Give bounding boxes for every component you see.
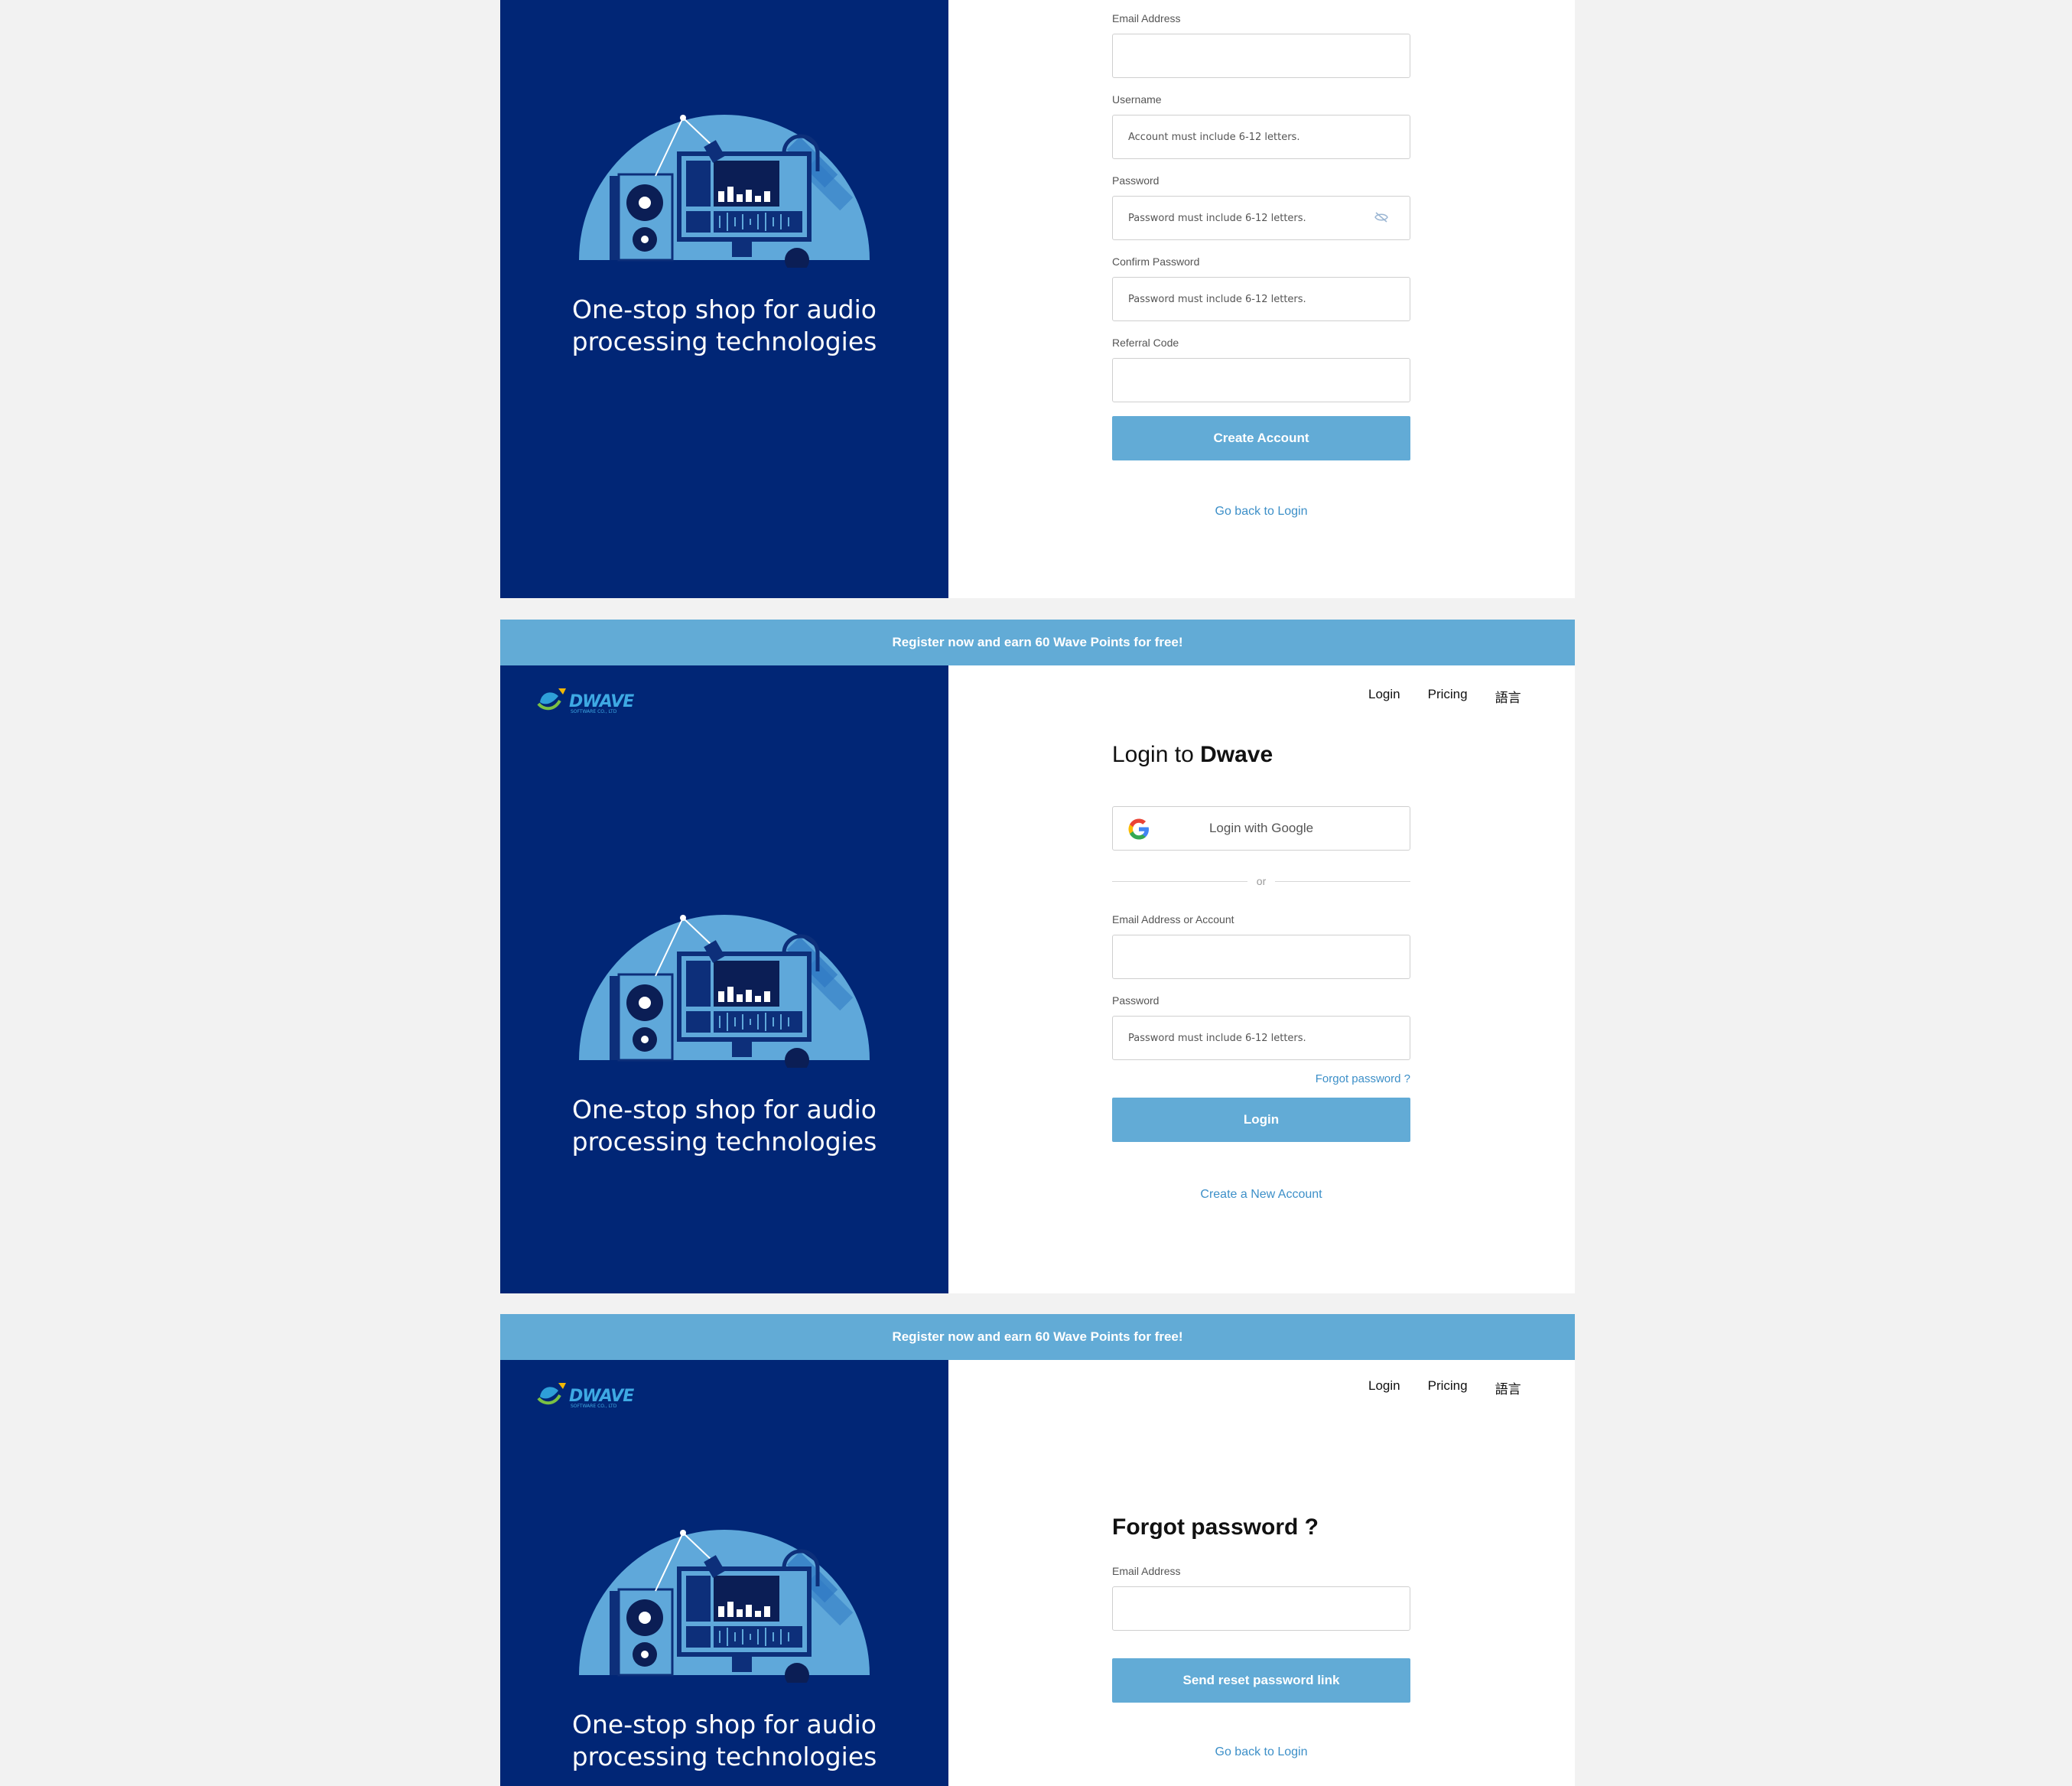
login-panel: Register now and earn 60 Wave Points for… — [500, 620, 1575, 1293]
hero-panel: One-stop shop for audio processing techn… — [500, 665, 948, 1293]
username-input[interactable]: Account must include 6-12 letters. — [1112, 115, 1410, 159]
title-prefix: Login to — [1112, 742, 1201, 767]
google-button-label: Login with Google — [1208, 821, 1314, 835]
divider-line-right — [1275, 880, 1411, 882]
email-input[interactable] — [1112, 34, 1410, 78]
hero-tagline: One-stop shop for audio processing techn… — [500, 1094, 948, 1158]
create-new-account-link[interactable]: Create a New Account — [1112, 1188, 1410, 1202]
page: One-stop shop for audio processing techn… — [0, 0, 2072, 1786]
confirm-password-input[interactable]: Password must include 6-12 letters. — [1112, 277, 1410, 321]
or-label: or — [1256, 875, 1267, 887]
promo-banner[interactable]: Register now and earn 60 Wave Points for… — [500, 620, 1575, 665]
page-title: Login to Dwave — [1112, 742, 1410, 768]
nav-login[interactable]: Login — [1368, 687, 1400, 706]
nav-language[interactable]: 語言 — [1495, 687, 1521, 706]
nav-login[interactable]: Login — [1368, 1378, 1400, 1397]
create-account-button[interactable]: Create Account — [1112, 416, 1410, 460]
forgot-password-form: Forgot password ? Email Address Send res… — [1112, 1514, 1410, 1759]
password-input[interactable]: Password must include 6-12 letters. — [1112, 1016, 1410, 1060]
hero-panel: One-stop shop for audio processing techn… — [500, 1360, 948, 1786]
password-placeholder: Password must include 6-12 letters. — [1128, 212, 1306, 224]
email-or-account-input[interactable] — [1112, 935, 1410, 979]
referral-code-label: Referral Code — [1112, 337, 1179, 349]
nav-pricing[interactable]: Pricing — [1428, 687, 1468, 706]
audio-studio-illustration — [575, 115, 873, 268]
referral-code-input[interactable] — [1112, 358, 1410, 402]
top-nav: Login Pricing 語言 — [1368, 1378, 1521, 1397]
dwave-logo[interactable] — [535, 684, 642, 714]
hero-tagline: One-stop shop for audio processing techn… — [500, 294, 948, 358]
password-input[interactable]: Password must include 6-12 letters. — [1112, 196, 1410, 240]
hero-panel: One-stop shop for audio processing techn… — [500, 0, 948, 598]
email-label: Email Address — [1112, 12, 1181, 24]
email-input[interactable] — [1112, 1586, 1410, 1631]
register-panel: One-stop shop for audio processing techn… — [500, 0, 1575, 598]
go-back-to-login-link[interactable]: Go back to Login — [1112, 1745, 1410, 1759]
forgot-password-link[interactable]: Forgot password ? — [1112, 1072, 1410, 1085]
nav-language[interactable]: 語言 — [1495, 1378, 1521, 1397]
login-with-google-button[interactable]: Login with Google — [1112, 806, 1410, 851]
google-icon — [1128, 818, 1149, 840]
send-reset-link-button[interactable]: Send reset password link — [1112, 1658, 1410, 1703]
forgot-password-panel: Register now and earn 60 Wave Points for… — [500, 1314, 1575, 1786]
hero-tagline: One-stop shop for audio processing techn… — [500, 1709, 948, 1773]
title-brand: Dwave — [1200, 742, 1273, 767]
register-form: Email Address Username Account must incl… — [1112, 12, 1410, 519]
tagline-line-2: processing technologies — [571, 1742, 877, 1771]
email-label: Email Address — [1112, 1565, 1181, 1577]
audio-studio-illustration — [575, 915, 873, 1068]
tagline-line-1: One-stop shop for audio — [572, 1710, 877, 1739]
confirm-password-label: Confirm Password — [1112, 255, 1200, 268]
email-or-account-label: Email Address or Account — [1112, 913, 1234, 926]
username-label: Username — [1112, 93, 1162, 106]
tagline-line-1: One-stop shop for audio — [572, 294, 877, 324]
page-title: Forgot password ? — [1112, 1514, 1319, 1540]
password-label: Password — [1112, 174, 1160, 187]
promo-banner[interactable]: Register now and earn 60 Wave Points for… — [500, 1314, 1575, 1360]
tagline-line-1: One-stop shop for audio — [572, 1095, 877, 1124]
password-label: Password — [1112, 994, 1160, 1007]
hide-password-eye-icon[interactable] — [1374, 212, 1388, 223]
top-nav: Login Pricing 語言 — [1368, 687, 1521, 706]
nav-pricing[interactable]: Pricing — [1428, 1378, 1468, 1397]
divider-line-left — [1112, 880, 1247, 882]
tagline-line-2: processing technologies — [571, 1127, 877, 1157]
go-back-to-login-link[interactable]: Go back to Login — [1112, 505, 1410, 519]
login-button[interactable]: Login — [1112, 1098, 1410, 1142]
login-form: Login to Dwave Login with Google or Emai… — [1112, 742, 1411, 1202]
or-divider: or — [1112, 873, 1411, 889]
audio-studio-illustration — [575, 1530, 873, 1683]
tagline-line-2: processing technologies — [571, 327, 877, 356]
dwave-logo[interactable] — [535, 1378, 642, 1409]
